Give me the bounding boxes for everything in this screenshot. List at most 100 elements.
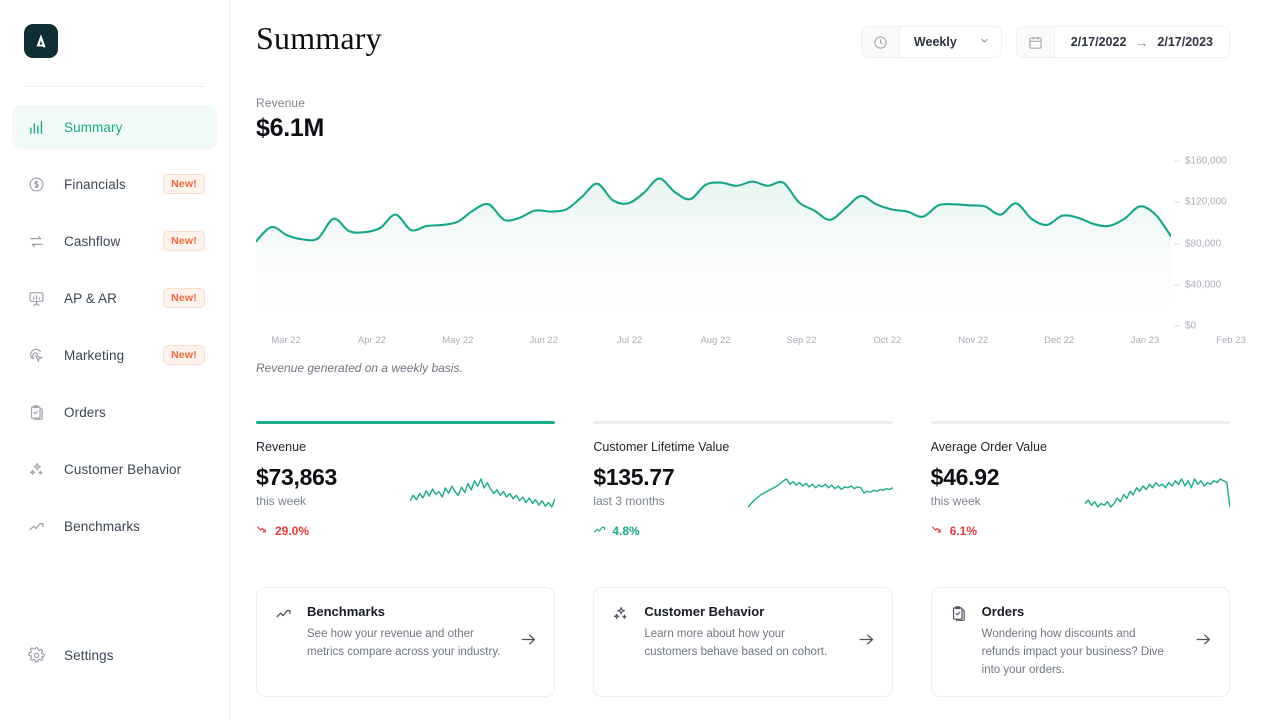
sidebar-nav: Summary Financials New! Cashflow New! AP & AR… (0, 87, 229, 548)
x-axis-tick-label: Mar 22 (271, 335, 301, 346)
sidebar-item-label: Financials (64, 176, 126, 192)
metric-card-top-bar (930, 421, 1230, 424)
metric-card-title: Revenue (256, 440, 307, 454)
revenue-summary: Revenue $6.1M (256, 96, 1230, 143)
y-axis-tick-dash (1174, 160, 1179, 162)
metric-card-value: $46.92 (930, 464, 1000, 490)
app-logo[interactable] (24, 24, 58, 58)
y-axis-tick-label: $80,000 (1185, 238, 1222, 249)
metric-card-value: $73,863 (256, 464, 338, 490)
app-root: Summary Financials New! Cashflow New! AP & AR… (0, 0, 1280, 720)
link-card-body: Customer Behavior Learn more about how yo… (644, 604, 873, 662)
revenue-area-chart: $0 $40,000 $80,000 $120,000 $160,000 Mar 22 A… (256, 156, 1246, 351)
x-axis-tick-label: Dec 22 (1044, 335, 1075, 346)
metric-card-sparkline (747, 474, 893, 510)
main-content: Summary Weekly 2/17/2022 → 2/17/2023 Rev… (230, 0, 1280, 720)
date-range-start: 2/17/2022 (1070, 35, 1127, 49)
trend-up-icon (275, 605, 293, 627)
y-axis-tick: $120,000 (1174, 197, 1227, 208)
metric-card-title: Customer Lifetime Value (593, 440, 730, 454)
y-axis-tick-dash (1174, 284, 1179, 286)
metric-card[interactable]: Customer Lifetime Value $135.77 last 3 mon… (593, 421, 893, 539)
arrow-right-icon[interactable] (857, 630, 876, 654)
metric-card-delta: 6.1% (931, 523, 1230, 539)
metric-card-period: this week (256, 494, 307, 508)
sidebar-item-label: Settings (64, 647, 114, 663)
metric-card-sparkline (410, 474, 556, 510)
chart-y-axis: $0 $40,000 $80,000 $120,000 $160,000 (1174, 156, 1280, 332)
new-badge: New! (163, 288, 205, 308)
sidebar-item-cashflow[interactable]: Cashflow New! (12, 219, 217, 263)
metric-card-row: $135.77 last 3 months (593, 464, 893, 510)
x-axis-tick-label: Jun 22 (529, 335, 558, 346)
sidebar-item-orders[interactable]: Orders (12, 390, 217, 434)
date-range-body[interactable]: 2/17/2022 → 2/17/2023 (1054, 27, 1229, 57)
y-axis-tick: $40,000 (1174, 279, 1221, 290)
link-card-customer-behavior[interactable]: Customer Behavior Learn more about how yo… (593, 587, 893, 698)
sidebar-item-summary[interactable]: Summary (12, 105, 217, 149)
y-axis-tick-label: $40,000 (1185, 279, 1222, 291)
trend-up-icon (26, 516, 46, 536)
metric-card-values: $73,863 this week (256, 464, 337, 508)
interval-selector[interactable]: Weekly (860, 26, 1002, 58)
clipboard-check-icon (950, 605, 968, 627)
y-axis-tick-label: $120,000 (1185, 196, 1227, 208)
sidebar-item-label: Customer Behavior (64, 461, 182, 477)
revenue-summary-value: $6.1M (256, 114, 324, 142)
chart-x-axis: Mar 22 Apr 22 May 22 Jun 22 Jul 22 Aug 22 Sep … (256, 329, 1246, 349)
y-axis-tick: $160,000 (1174, 156, 1227, 167)
date-range-end: 2/17/2023 (1157, 35, 1213, 49)
arrow-right-icon[interactable] (1194, 630, 1213, 654)
click-target-icon (26, 345, 46, 365)
chevron-down-icon (979, 35, 990, 49)
revenue-summary-label: Revenue (256, 96, 306, 110)
metric-cards: Revenue $73,863 this week 29.0% Customer Lif… (256, 421, 1230, 539)
sidebar-item-customer-behavior[interactable]: Customer Behavior (12, 447, 217, 491)
x-axis-tick-label: May 22 (442, 335, 474, 346)
link-card-title: Orders (981, 604, 1025, 619)
link-card-title: Customer Behavior (644, 604, 765, 619)
x-axis-tick-label: Jul 22 (616, 335, 643, 346)
metric-card[interactable]: Revenue $73,863 this week 29.0% (256, 421, 556, 539)
sidebar-item-benchmarks[interactable]: Benchmarks (12, 504, 217, 548)
metric-card-delta: 4.8% (593, 523, 892, 539)
x-axis-tick-label: Nov 22 (958, 335, 989, 346)
chart-plot-area (256, 161, 1171, 326)
metric-card-delta-value: 6.1% (949, 524, 978, 538)
arrow-right-icon[interactable] (519, 630, 538, 654)
metric-card-period: last 3 months (593, 494, 665, 508)
metric-card-period: this week (930, 494, 981, 508)
sidebar-item-financials[interactable]: Financials New! (12, 162, 217, 206)
metric-card-row: $46.92 this week (931, 464, 1230, 510)
metric-card-top-bar (593, 421, 893, 424)
sidebar-item-marketing[interactable]: Marketing New! (12, 333, 217, 377)
logo-wrapper (0, 0, 229, 58)
link-cards: Benchmarks See how your revenue and other… (256, 587, 1230, 698)
link-card-orders[interactable]: Orders Wondering how discounts and refund… (930, 587, 1230, 698)
presentation-icon (26, 288, 46, 308)
sidebar-item-label: Benchmarks (64, 518, 141, 534)
date-range-selector[interactable]: 2/17/2022 → 2/17/2023 (1015, 26, 1230, 58)
y-axis-tick-dash (1174, 243, 1179, 244)
link-card-benchmarks[interactable]: Benchmarks See how your revenue and other… (256, 587, 556, 698)
metric-card[interactable]: Average Order Value $46.92 this week 6.1% (930, 421, 1230, 539)
calendar-icon (1016, 27, 1055, 57)
delta-down-icon (931, 523, 944, 539)
metric-card-value: $135.77 (593, 464, 675, 490)
logo-a-glyph (36, 34, 46, 48)
clipboard-check-icon (26, 402, 46, 422)
interval-selector-body[interactable]: Weekly (899, 27, 1001, 57)
page-title: Summary (256, 20, 382, 56)
top-bar: Summary Weekly 2/17/2022 → 2/17/2023 (256, 0, 1230, 58)
x-axis-tick-label: Sep 22 (786, 335, 817, 346)
gear-icon (26, 645, 46, 665)
top-controls: Weekly 2/17/2022 → 2/17/2023 (860, 22, 1230, 58)
link-card-body: Benchmarks See how your revenue and other… (307, 604, 536, 662)
link-card-body: Orders Wondering how discounts and refund… (982, 604, 1211, 679)
metric-card-delta-value: 29.0% (275, 524, 310, 538)
sidebar-item-settings[interactable]: Settings (12, 633, 217, 677)
exchange-arrows-icon (26, 231, 46, 251)
x-axis-tick-label: Aug 22 (700, 335, 731, 346)
sidebar-item-ap-ar[interactable]: AP & AR New! (12, 276, 217, 320)
bar-chart-icon (26, 117, 46, 137)
